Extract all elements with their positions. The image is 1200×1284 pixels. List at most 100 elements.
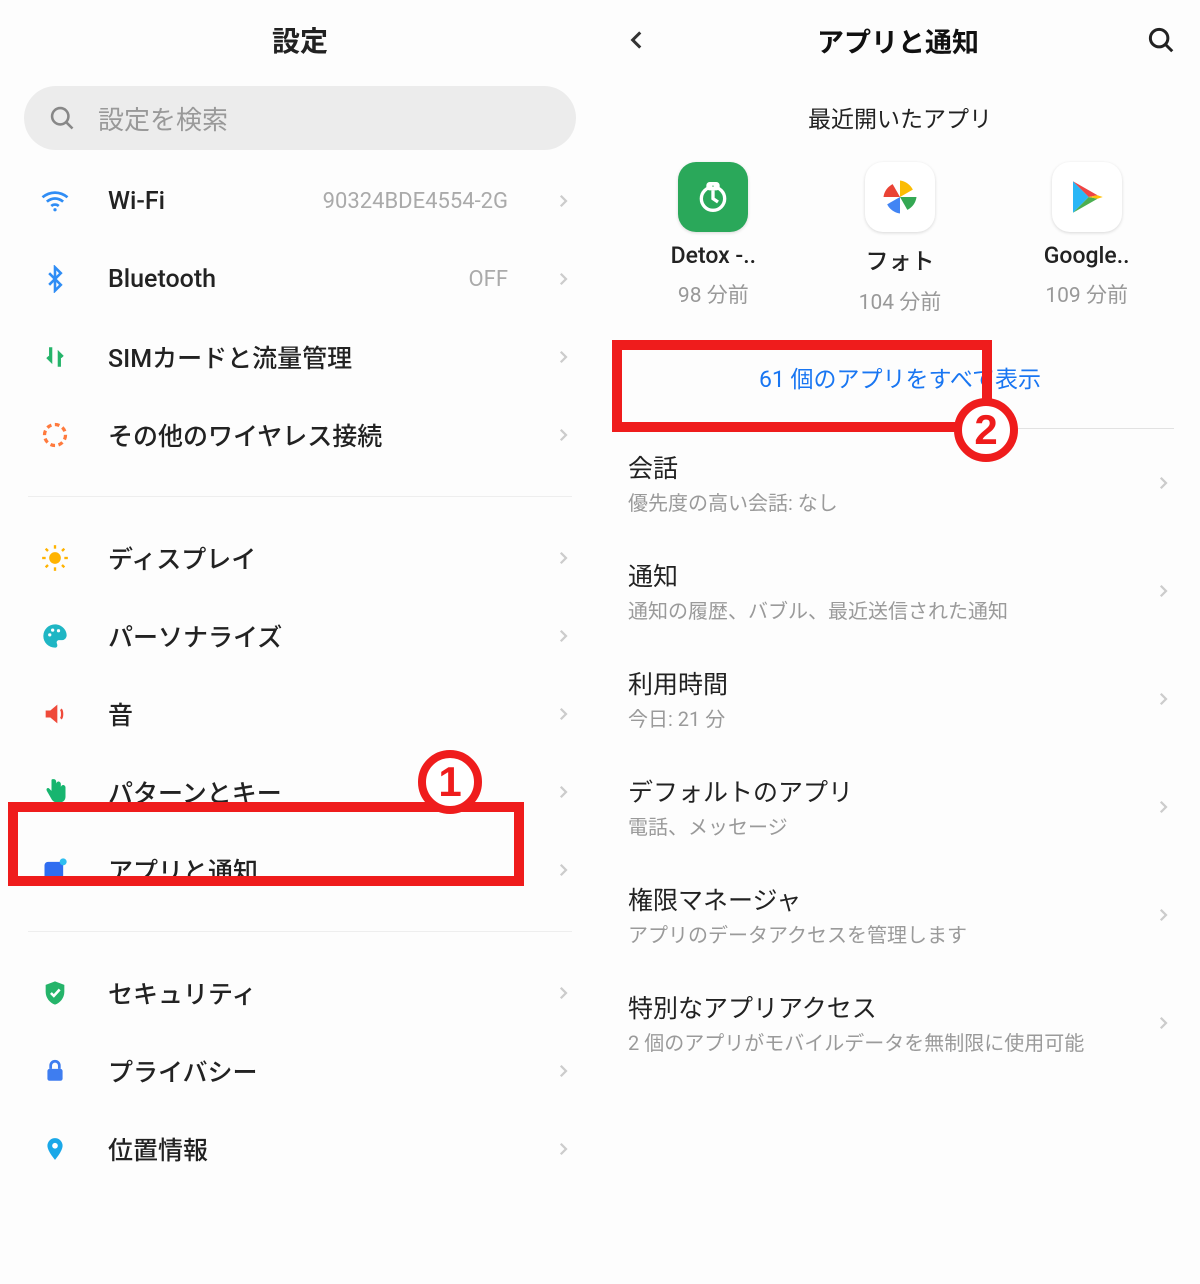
setting-row-apps-notifications[interactable]: アプリと通知 [0, 831, 600, 909]
detox-icon [678, 162, 748, 232]
setting-row-wireless[interactable]: その他のワイヤレス接続 [0, 396, 600, 474]
play-icon [1052, 162, 1122, 232]
row-conversations[interactable]: 会話 優先度の高い会話: なし [600, 429, 1200, 537]
chevron-right-icon [1154, 1014, 1172, 1032]
divider [28, 931, 572, 932]
back-button[interactable] [624, 27, 650, 53]
annotation-marker-1: 1 [418, 750, 482, 814]
setting-row-wifi[interactable]: Wi-Fi 90324BDE4554-2G [0, 162, 600, 240]
row-subtitle: 今日: 21 分 [628, 705, 1134, 733]
chevron-right-icon [554, 984, 572, 1002]
app-time: 109 分前 [1045, 279, 1128, 309]
annotation-marker-2: 2 [954, 398, 1018, 462]
setting-label: パーソナライズ [108, 618, 518, 654]
setting-row-sound[interactable]: 音 [0, 675, 600, 753]
setting-label: プライバシー [108, 1053, 518, 1089]
row-title: 通知 [628, 557, 1134, 593]
recent-apps: Detox -.. 98 分前 フォト 104 分前 Google.. 109 … [600, 162, 1200, 316]
setting-label: 音 [108, 696, 518, 732]
page-title: 設定 [272, 20, 328, 60]
app-time: 98 分前 [678, 279, 749, 309]
wifi-icon [38, 186, 72, 216]
row-notifications[interactable]: 通知 通知の履歴、バブル、最近送信された通知 [600, 537, 1200, 645]
lock-icon [38, 1058, 72, 1084]
setting-row-location[interactable]: 位置情報 [0, 1110, 600, 1188]
row-title: デフォルトのアプリ [628, 773, 1134, 809]
app-time: 104 分前 [859, 286, 942, 316]
show-all-text: 61 個のアプリをすべて表示 [759, 366, 1041, 393]
chevron-right-icon [554, 783, 572, 801]
row-default-apps[interactable]: デフォルトのアプリ 電話、メッセージ [600, 753, 1200, 861]
bluetooth-icon [38, 265, 72, 293]
app-name: Google.. [1044, 242, 1130, 269]
setting-value: 90324BDE4554-2G [323, 189, 508, 214]
setting-row-bluetooth[interactable]: Bluetooth OFF [0, 240, 600, 318]
search-button[interactable] [1146, 25, 1176, 55]
row-permission-manager[interactable]: 権限マネージャ アプリのデータアクセスを管理します [600, 861, 1200, 969]
recent-app-detox[interactable]: Detox -.. 98 分前 [633, 162, 793, 316]
row-title: 特別なアプリアクセス [628, 989, 1134, 1025]
chevron-right-icon [1154, 690, 1172, 708]
setting-row-pattern[interactable]: パターンとキー [0, 753, 600, 831]
divider [28, 496, 572, 497]
row-title: 権限マネージャ [628, 881, 1134, 917]
setting-label: SIMカードと流量管理 [108, 339, 518, 375]
hand-icon [38, 778, 72, 806]
apps-notifications-pane: アプリと通知 最近開いたアプリ Detox -.. 98 分前 フォト 104 … [600, 0, 1200, 1284]
chevron-right-icon [1154, 582, 1172, 600]
row-title: 会話 [628, 449, 1134, 485]
row-screentime[interactable]: 利用時間 今日: 21 分 [600, 645, 1200, 753]
setting-label: 位置情報 [108, 1131, 518, 1167]
chevron-right-icon [554, 426, 572, 444]
row-title: 利用時間 [628, 665, 1134, 701]
setting-row-personalize[interactable]: パーソナライズ [0, 597, 600, 675]
row-subtitle: 2 個のアプリがモバイルデータを無制限に使用可能 [628, 1029, 1134, 1057]
chevron-right-icon [554, 861, 572, 879]
search-input[interactable]: 設定を検索 [24, 86, 576, 150]
photos-icon [865, 162, 935, 232]
search-placeholder: 設定を検索 [98, 100, 228, 137]
row-special-access[interactable]: 特別なアプリアクセス 2 個のアプリがモバイルデータを無制限に使用可能 [600, 969, 1200, 1077]
page-title: アプリと通知 [670, 21, 1126, 60]
setting-row-privacy[interactable]: プライバシー [0, 1032, 600, 1110]
settings-header: 設定 [0, 0, 600, 80]
chevron-right-icon [554, 705, 572, 723]
chevron-right-icon [554, 270, 572, 288]
sim-icon [38, 344, 72, 370]
app-name: Detox -.. [671, 242, 756, 269]
chevron-right-icon [554, 1062, 572, 1080]
chevron-right-icon [1154, 474, 1172, 492]
search-icon [48, 104, 76, 132]
shield-icon [38, 979, 72, 1007]
location-icon [38, 1134, 72, 1164]
settings-list-3: セキュリティ プライバシー 位置情報 [0, 954, 600, 1188]
setting-row-display[interactable]: ディスプレイ [0, 519, 600, 597]
settings-pane: 設定 設定を検索 Wi-Fi 90324BDE4554-2G Bluetooth… [0, 0, 600, 1284]
setting-label: Wi-Fi [108, 187, 287, 216]
setting-label: ディスプレイ [108, 540, 518, 576]
chevron-right-icon [554, 549, 572, 567]
row-subtitle: 通知の履歴、バブル、最近送信された通知 [628, 597, 1134, 625]
palette-icon [38, 622, 72, 650]
settings-list-1: Wi-Fi 90324BDE4554-2G Bluetooth OFF SIMカ… [0, 162, 600, 474]
recent-app-photos[interactable]: フォト 104 分前 [820, 162, 980, 316]
sun-icon [38, 544, 72, 572]
row-subtitle: 電話、メッセージ [628, 813, 1134, 841]
setting-label: セキュリティ [108, 975, 518, 1011]
setting-row-security[interactable]: セキュリティ [0, 954, 600, 1032]
row-subtitle: 優先度の高い会話: なし [628, 489, 1134, 517]
apps-header: アプリと通知 [600, 0, 1200, 80]
chevron-right-icon [554, 627, 572, 645]
setting-value: OFF [469, 267, 508, 292]
setting-row-sim[interactable]: SIMカードと流量管理 [0, 318, 600, 396]
recent-apps-heading: 最近開いたアプリ [600, 100, 1200, 134]
chevron-right-icon [1154, 798, 1172, 816]
setting-label: アプリと通知 [108, 852, 518, 888]
apps-icon [38, 856, 72, 884]
recent-app-googleplay[interactable]: Google.. 109 分前 [1007, 162, 1167, 316]
wireless-icon [38, 421, 72, 449]
chevron-right-icon [554, 192, 572, 210]
chevron-right-icon [554, 348, 572, 366]
show-all-apps-link[interactable]: 61 個のアプリをすべて表示 [600, 326, 1200, 428]
app-name: フォト [865, 242, 934, 276]
